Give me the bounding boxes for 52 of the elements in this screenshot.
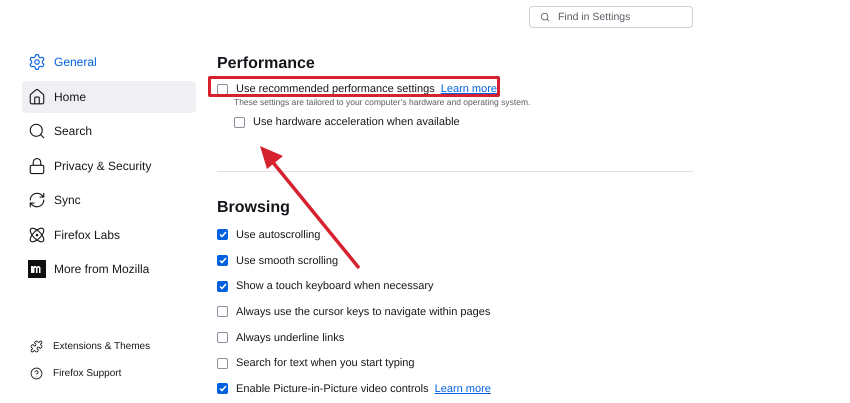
option-label: Always use the cursor keys to navigate within pages	[236, 306, 490, 318]
checkbox[interactable]	[217, 280, 228, 292]
help-icon	[30, 367, 43, 380]
checkbox[interactable]	[217, 383, 228, 394]
checkbox[interactable]	[234, 116, 245, 128]
sidebar-item-label: Sync	[54, 193, 81, 208]
option-label: Use autoscrolling	[236, 228, 320, 241]
gear-icon	[28, 53, 46, 72]
option-label: Use smooth scrolling	[236, 254, 338, 267]
sidebar-item-label: More from Mozilla	[54, 262, 150, 276]
sync-icon	[28, 191, 46, 210]
option-label: Use hardware acceleration when available	[253, 116, 460, 128]
search-icon	[28, 122, 46, 140]
lock-icon	[28, 156, 46, 175]
sidebar-item[interactable]: Firefox Labs	[22, 218, 196, 251]
sidebar-item[interactable]: General	[22, 46, 196, 78]
option-label: Use recommended performance settings	[236, 83, 435, 95]
search-icon	[540, 12, 550, 22]
section-title: Browsing	[217, 198, 291, 218]
search-field[interactable]: Find in Settings	[529, 6, 693, 28]
sidebar-item-label: Firefox Labs	[54, 228, 120, 242]
footer-link[interactable]: Firefox Support	[22, 364, 196, 382]
sidebar-item-label: Privacy & Security	[54, 158, 152, 173]
sidebar-item-label: General	[54, 55, 97, 70]
sidebar-item[interactable]: Sync	[22, 184, 196, 216]
checkbox[interactable]	[217, 84, 228, 94]
footer-link-label: Firefox Support	[53, 368, 122, 379]
learn-more-link[interactable]: Learn more	[440, 83, 497, 95]
checkbox[interactable]	[217, 358, 228, 369]
home-icon	[28, 88, 46, 106]
footer-link-label: Extensions & Themes	[53, 341, 150, 352]
option-label: Search for text when you start typing	[236, 357, 415, 370]
atom-icon	[28, 226, 46, 244]
sidebar-item-label: Home	[54, 90, 86, 104]
checkbox[interactable]	[217, 306, 228, 318]
sidebar-item[interactable]: Search	[22, 115, 196, 148]
section-title: Performance	[217, 54, 316, 74]
option-description: These settings are tailored to your computer’s hardware and operating system.	[233, 97, 532, 109]
option-label: Always underline links	[236, 332, 344, 344]
sidebar-item[interactable]: More from Mozilla	[22, 253, 196, 286]
sidebar-item-label: Search	[54, 124, 92, 138]
checkbox[interactable]	[217, 255, 228, 266]
checkbox[interactable]	[217, 332, 228, 344]
puzzle-icon	[30, 340, 43, 353]
sidebar-item[interactable]: Privacy & Security	[22, 150, 196, 182]
learn-more-link[interactable]: Learn more	[434, 382, 491, 395]
option-label: Show a touch keyboard when necessary	[236, 280, 434, 292]
footer-link[interactable]: Extensions & Themes	[22, 338, 196, 356]
option-label: Enable Picture-in-Picture video controls	[236, 382, 429, 395]
checkbox[interactable]	[217, 229, 228, 240]
sidebar-item[interactable]: Home	[22, 80, 196, 113]
mozilla-logo-icon	[28, 260, 46, 278]
